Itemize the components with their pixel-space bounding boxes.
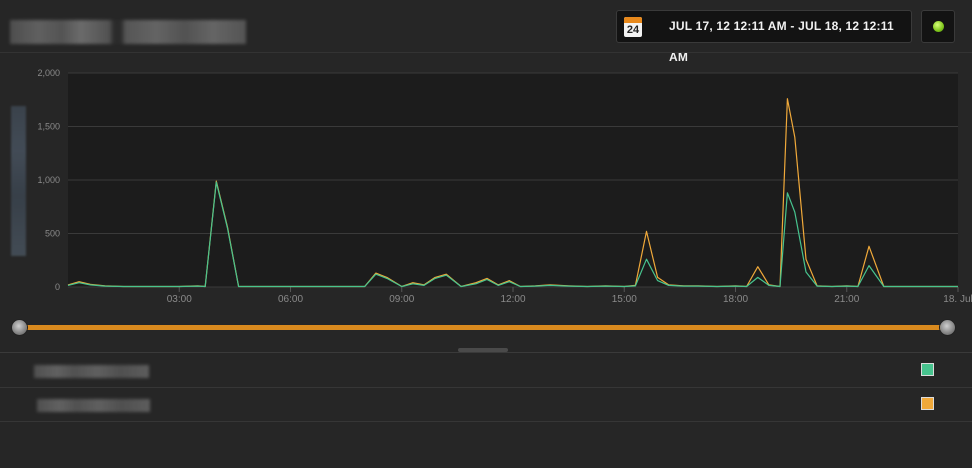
status-indicator-button[interactable] [921,10,955,43]
date-range-label[interactable]: JUL 17, 12 12:11 AM - JUL 18, 12 12:11 A… [669,11,911,64]
x-tick-label: 06:00 [278,294,303,305]
legend-row[interactable] [0,355,972,388]
x-tick-label: 15:00 [612,294,637,305]
y-tick-label: 1,500 [37,122,60,132]
slider-track[interactable] [20,325,948,330]
y-tick-label: 1,000 [37,175,60,185]
status-dot-icon [933,21,944,32]
line-chart: 2,000 1,500 1,000 500 0 03:00 06:00 09:00 12:00 1… [37,68,972,305]
x-tick-label: 09:00 [389,294,414,305]
slider-handle-start[interactable] [12,320,27,335]
panel-divider [0,352,972,353]
x-tick-label: 21:00 [834,294,859,305]
legend-row[interactable] [0,389,972,422]
y-tick-label: 500 [45,229,60,239]
x-tick-label: 12:00 [500,294,525,305]
calendar-icon[interactable]: 24 [624,17,642,37]
x-tick-label: 18. Jul [943,294,972,305]
legend-label-redacted [34,365,149,378]
legend-swatch-series-2[interactable] [921,397,934,410]
header: 24 JUL 17, 12 12:11 AM - JUL 18, 12 12:1… [0,0,972,64]
slider-handle-end[interactable] [940,320,955,335]
legend-swatch-series-1[interactable] [921,363,934,376]
x-tick-label: 03:00 [167,294,192,305]
chart-container: 2,000 1,500 1,000 500 0 03:00 06:00 09:00 12:00 1… [0,60,972,310]
page-title-redacted [10,20,246,44]
y-tick-label: 0 [55,282,60,292]
x-tick-label: 18:00 [723,294,748,305]
header-divider [0,52,972,53]
y-tick-label: 2,000 [37,68,60,78]
calendar-icon-day: 24 [626,24,640,36]
date-range-picker[interactable]: 24 JUL 17, 12 12:11 AM - JUL 18, 12 12:1… [616,10,912,64]
y-axis-title-redacted [11,106,26,256]
resize-grip[interactable] [458,348,508,352]
legend-label-redacted [37,399,150,412]
time-range-slider[interactable] [0,316,972,340]
